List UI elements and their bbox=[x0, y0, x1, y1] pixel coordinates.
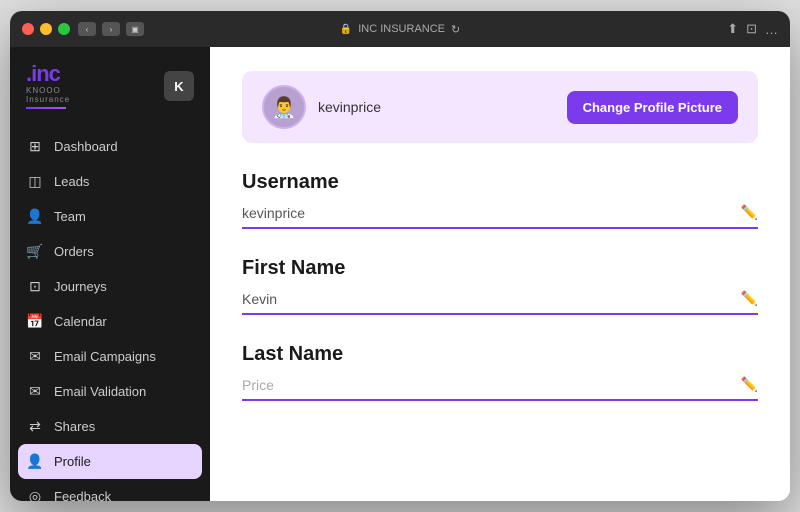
email-campaigns-icon: ✉ bbox=[26, 348, 44, 365]
sidebar-item-dashboard[interactable]: ⊞ Dashboard bbox=[10, 129, 210, 164]
lastname-field: Last Name ✏️ bbox=[242, 343, 758, 401]
logo-sub: KNOOOInsurance bbox=[26, 86, 70, 104]
more-icon[interactable]: … bbox=[765, 22, 778, 37]
email-validation-icon: ✉ bbox=[26, 383, 44, 400]
sidebar-item-calendar[interactable]: 📅 Calendar bbox=[10, 304, 210, 339]
view-toggle-button[interactable]: ▣ bbox=[126, 22, 144, 36]
team-icon: 👤 bbox=[26, 208, 44, 225]
nav-list: ⊞ Dashboard ◫ Leads 👤 Team 🛒 Orders ⊡ bbox=[10, 129, 210, 501]
orders-icon: 🛒 bbox=[26, 243, 44, 260]
forward-button[interactable]: › bbox=[102, 22, 120, 36]
sidebar-toggle-icon[interactable]: ⊡ bbox=[746, 21, 757, 37]
firstname-edit-icon[interactable]: ✏️ bbox=[741, 290, 758, 307]
sidebar-item-profile[interactable]: 👤 Profile bbox=[18, 444, 202, 479]
lock-icon: 🔒 bbox=[340, 24, 352, 35]
firstname-label: First Name bbox=[242, 257, 758, 280]
sidebar-item-orders[interactable]: 🛒 Orders bbox=[10, 234, 210, 269]
sidebar-label-email-validation: Email Validation bbox=[54, 384, 146, 399]
sidebar-item-feedback[interactable]: ◎ Feedback bbox=[10, 479, 210, 501]
refresh-icon[interactable]: ↻ bbox=[451, 23, 460, 36]
app-body: .inc KNOOOInsurance K ⊞ Dashboard ◫ Lead… bbox=[10, 47, 790, 501]
address-bar: 🔒 INC INSURANCE ↻ bbox=[340, 23, 460, 36]
close-button[interactable] bbox=[22, 23, 34, 35]
profile-username-display: kevinprice bbox=[318, 99, 381, 115]
username-label: Username bbox=[242, 171, 758, 194]
sidebar-label-team: Team bbox=[54, 209, 86, 224]
avatar: 👨‍⚕️ bbox=[262, 85, 306, 129]
sidebar-label-feedback: Feedback bbox=[54, 489, 111, 501]
shares-icon: ⇄ bbox=[26, 418, 44, 435]
share-icon[interactable]: ⬆ bbox=[727, 21, 738, 37]
logo-text: .inc bbox=[26, 63, 70, 85]
firstname-input-row: ✏️ bbox=[242, 290, 758, 315]
title-bar: ‹ › ▣ 🔒 INC INSURANCE ↻ ⬆ ⊡ … bbox=[10, 11, 790, 47]
sidebar-item-email-validation[interactable]: ✉ Email Validation bbox=[10, 374, 210, 409]
sidebar-item-shares[interactable]: ⇄ Shares bbox=[10, 409, 210, 444]
feedback-icon: ◎ bbox=[26, 488, 44, 501]
sidebar-item-journeys[interactable]: ⊡ Journeys bbox=[10, 269, 210, 304]
sidebar-label-dashboard: Dashboard bbox=[54, 139, 118, 154]
maximize-button[interactable] bbox=[58, 23, 70, 35]
sidebar-item-leads[interactable]: ◫ Leads bbox=[10, 164, 210, 199]
lastname-input[interactable] bbox=[242, 377, 741, 393]
calendar-icon: 📅 bbox=[26, 313, 44, 330]
profile-icon: 👤 bbox=[26, 453, 44, 470]
username-input[interactable] bbox=[242, 205, 741, 221]
profile-header-left: 👨‍⚕️ kevinprice bbox=[262, 85, 381, 129]
sidebar-label-shares: Shares bbox=[54, 419, 95, 434]
nav-buttons: ‹ › ▣ bbox=[78, 22, 144, 36]
lastname-label: Last Name bbox=[242, 343, 758, 366]
sidebar-label-journeys: Journeys bbox=[54, 279, 107, 294]
lastname-edit-icon[interactable]: ✏️ bbox=[741, 376, 758, 393]
username-edit-icon[interactable]: ✏️ bbox=[741, 204, 758, 221]
sidebar-item-team[interactable]: 👤 Team bbox=[10, 199, 210, 234]
sidebar-item-email-campaigns[interactable]: ✉ Email Campaigns bbox=[10, 339, 210, 374]
app-window: ‹ › ▣ 🔒 INC INSURANCE ↻ ⬆ ⊡ … .inc bbox=[10, 11, 790, 501]
sidebar-label-orders: Orders bbox=[54, 244, 94, 259]
dashboard-icon: ⊞ bbox=[26, 138, 44, 155]
logo-area: .inc KNOOOInsurance K bbox=[10, 63, 210, 129]
traffic-lights bbox=[22, 23, 70, 35]
logo: .inc KNOOOInsurance bbox=[26, 63, 70, 109]
sidebar-label-email-campaigns: Email Campaigns bbox=[54, 349, 156, 364]
journeys-icon: ⊡ bbox=[26, 278, 44, 295]
minimize-button[interactable] bbox=[40, 23, 52, 35]
sidebar: .inc KNOOOInsurance K ⊞ Dashboard ◫ Lead… bbox=[10, 47, 210, 501]
titlebar-right-controls: ⬆ ⊡ … bbox=[727, 21, 778, 37]
change-profile-picture-button[interactable]: Change Profile Picture bbox=[567, 91, 738, 124]
username-field: Username ✏️ bbox=[242, 171, 758, 229]
sidebar-label-calendar: Calendar bbox=[54, 314, 107, 329]
firstname-input[interactable] bbox=[242, 291, 741, 307]
avatar-image: 👨‍⚕️ bbox=[272, 95, 297, 120]
user-avatar-initial[interactable]: K bbox=[164, 71, 194, 101]
profile-header: 👨‍⚕️ kevinprice Change Profile Picture bbox=[242, 71, 758, 143]
logo-dot: .inc bbox=[26, 61, 60, 86]
back-button[interactable]: ‹ bbox=[78, 22, 96, 36]
username-input-row: ✏️ bbox=[242, 204, 758, 229]
lastname-input-row: ✏️ bbox=[242, 376, 758, 401]
sidebar-label-leads: Leads bbox=[54, 174, 89, 189]
page-title: INC INSURANCE bbox=[358, 23, 445, 35]
firstname-field: First Name ✏️ bbox=[242, 257, 758, 315]
main-content: 👨‍⚕️ kevinprice Change Profile Picture U… bbox=[210, 47, 790, 501]
logo-underline bbox=[26, 107, 66, 109]
sidebar-label-profile: Profile bbox=[54, 454, 91, 469]
leads-icon: ◫ bbox=[26, 173, 44, 190]
